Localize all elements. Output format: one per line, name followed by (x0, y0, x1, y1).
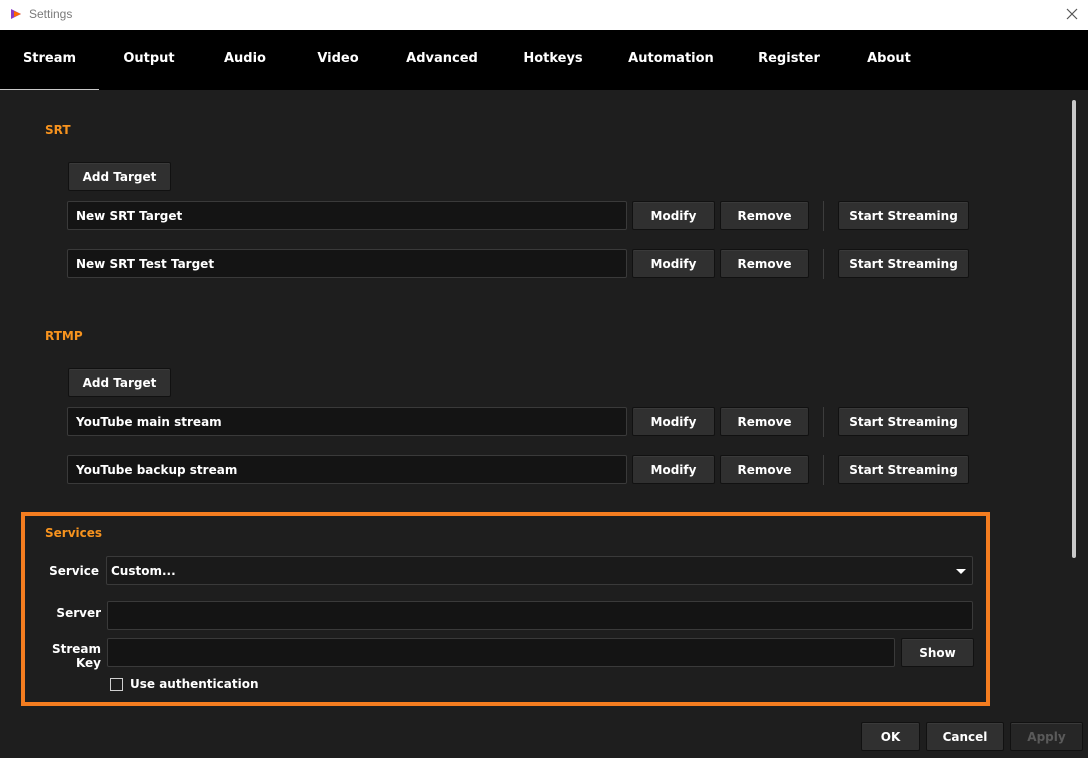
tab-output[interactable]: Output (110, 30, 188, 90)
separator (823, 407, 824, 437)
srt-add-target-button[interactable]: Add Target (68, 162, 171, 191)
rtmp-start-streaming-button[interactable]: Start Streaming (838, 407, 969, 436)
stream-key-label: Stream Key (51, 642, 101, 670)
separator (823, 249, 824, 279)
srt-target-name: New SRT Test Target (67, 249, 627, 278)
rtmp-modify-button[interactable]: Modify (632, 407, 715, 436)
rtmp-start-streaming-button[interactable]: Start Streaming (838, 455, 969, 484)
server-input[interactable] (107, 601, 973, 630)
tab-automation[interactable]: Automation (620, 30, 722, 90)
ok-button[interactable]: OK (861, 722, 920, 751)
rtmp-remove-button[interactable]: Remove (720, 407, 809, 436)
srt-target-name: New SRT Target (67, 201, 627, 230)
tab-hotkeys[interactable]: Hotkeys (515, 30, 591, 90)
srt-modify-button[interactable]: Modify (632, 201, 715, 230)
services-section-title: Services (45, 526, 103, 540)
rtmp-modify-button[interactable]: Modify (632, 455, 715, 484)
srt-remove-button[interactable]: Remove (720, 201, 809, 230)
stream-key-input[interactable] (107, 638, 895, 667)
tab-stream[interactable]: Stream (0, 30, 99, 90)
tab-advanced[interactable]: Advanced (400, 30, 484, 90)
show-key-button[interactable]: Show (901, 638, 974, 667)
srt-start-streaming-button[interactable]: Start Streaming (838, 201, 969, 230)
separator (823, 455, 824, 485)
tab-about[interactable]: About (857, 30, 921, 90)
tab-audio[interactable]: Audio (210, 30, 280, 90)
window-title: Settings (29, 7, 73, 21)
srt-section-title: SRT (45, 123, 71, 137)
server-label: Server (56, 606, 101, 620)
scrollbar-thumb[interactable] (1072, 100, 1076, 558)
rtmp-target-name: YouTube main stream (67, 407, 627, 436)
rtmp-add-target-button[interactable]: Add Target (68, 368, 171, 397)
vertical-scrollbar[interactable] (1068, 96, 1082, 708)
separator (823, 201, 824, 231)
use-authentication-label: Use authentication (130, 677, 259, 691)
title-bar: Settings (0, 0, 1088, 30)
rtmp-remove-button[interactable]: Remove (720, 455, 809, 484)
tab-bar: Stream Output Audio Video Advanced Hotke… (0, 30, 1088, 90)
service-select-value: Custom... (111, 563, 176, 578)
chevron-down-icon (956, 569, 966, 574)
service-label: Service (49, 564, 99, 578)
srt-remove-button[interactable]: Remove (720, 249, 809, 278)
srt-modify-button[interactable]: Modify (632, 249, 715, 278)
close-icon[interactable] (1064, 6, 1080, 22)
tab-register[interactable]: Register (752, 30, 826, 90)
use-authentication-checkbox[interactable] (110, 678, 123, 691)
cancel-button[interactable]: Cancel (926, 722, 1004, 751)
app-logo-icon (9, 7, 23, 21)
rtmp-target-name: YouTube backup stream (67, 455, 627, 484)
srt-start-streaming-button[interactable]: Start Streaming (838, 249, 969, 278)
service-select[interactable]: Custom... (106, 556, 973, 585)
rtmp-section-title: RTMP (45, 329, 83, 343)
tab-video[interactable]: Video (303, 30, 373, 90)
apply-button[interactable]: Apply (1010, 722, 1083, 751)
